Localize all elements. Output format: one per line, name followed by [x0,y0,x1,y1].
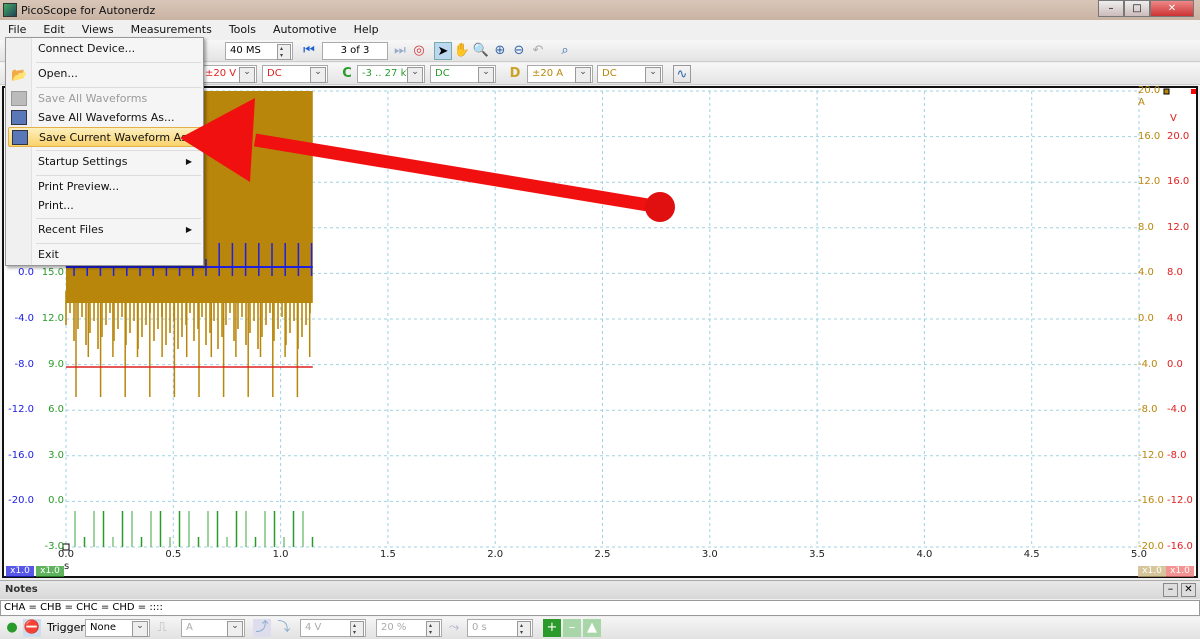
threshold-field[interactable]: 4 V [300,619,366,637]
start-icon[interactable]: ● [3,619,21,637]
rising-edge-icon[interactable]: ⤴ [253,619,271,637]
trigger-mode-select[interactable]: None [85,619,150,637]
edit-measurement-icon[interactable]: ▲ [583,619,601,637]
notes-minimize-button[interactable]: – [1163,583,1178,597]
stop-icon[interactable]: ⛔ [23,619,41,637]
annotation-arrow [180,98,675,222]
trigger-toolbar: ● ⛔ Trigger None ⎍ A ⤴ ⤵ 4 V 20 % ⤳ 0 s … [0,617,1200,639]
falling-edge-icon[interactable]: ⤵ [275,619,293,637]
post-trigger-delay-icon[interactable]: ⤳ [445,619,463,637]
remove-measurement-icon[interactable]: – [563,619,581,637]
add-measurement-icon[interactable]: + [543,619,561,637]
notes-close-button[interactable]: ✕ [1181,583,1196,597]
pretrigger-field[interactable]: 20 % [376,619,442,637]
notes-text[interactable]: CHA = CHB = CHC = CHD = :::: [0,600,1200,616]
trigger-type-icon[interactable]: ⎍ [153,619,171,637]
trigger-label: Trigger [47,621,85,634]
trigger-source-select[interactable]: A [181,619,245,637]
delay-field[interactable]: 0 s [467,619,533,637]
notes-header: Notes – ✕ [0,580,1200,599]
notes-title: Notes [5,584,38,595]
